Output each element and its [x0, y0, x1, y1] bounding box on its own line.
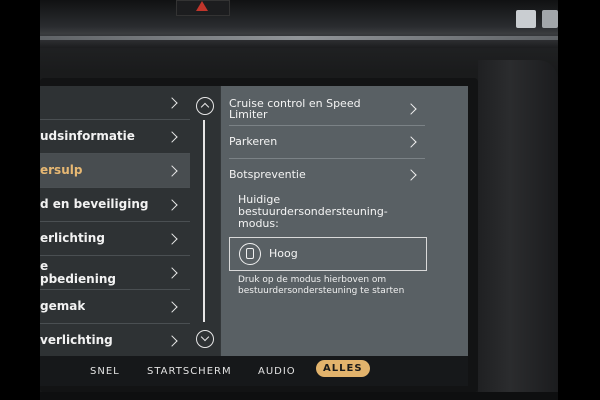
- menu-scrollbar-area: [190, 86, 220, 356]
- tab-audio[interactable]: AUDIO: [258, 366, 296, 377]
- right-border: [558, 0, 600, 400]
- bottom-tab-bar: SNEL STARTSCHERM AUDIO ALLES: [40, 356, 468, 386]
- chevron-right-icon: [166, 96, 178, 109]
- dashboard-trim: [40, 36, 558, 40]
- menu-item-label: verlichting: [40, 334, 113, 347]
- chevron-right-icon: [405, 168, 417, 181]
- chevron-right-icon: [166, 300, 178, 313]
- scroll-up-button[interactable]: [196, 97, 214, 115]
- scroll-down-button[interactable]: [196, 330, 214, 348]
- chevron-right-icon: [405, 102, 417, 115]
- driver-assist-panel: Cruise control en Speed Limiter Parkeren…: [221, 86, 468, 356]
- driver-assist-icon: [239, 243, 261, 265]
- detail-item-label: Cruise control en Speed Limiter: [229, 96, 361, 121]
- mode-heading: Huidige bestuurdersondersteuning-modus:: [238, 193, 388, 230]
- menu-item-label: ersulp: [40, 164, 83, 177]
- menu-item-5[interactable]: e pbediening: [40, 256, 190, 290]
- settings-menu: udsinformatie ersulp d en beveiliging er…: [40, 86, 190, 356]
- infotainment-screen: udsinformatie ersulp d en beveiliging er…: [40, 86, 468, 386]
- mode-value: Hoog: [269, 247, 298, 260]
- chevron-right-icon: [166, 266, 178, 279]
- dash-switch[interactable]: [516, 10, 536, 28]
- chevron-right-icon: [166, 334, 178, 347]
- left-border: [0, 0, 40, 400]
- chevron-right-icon: [405, 135, 417, 148]
- mode-button[interactable]: Hoog: [229, 237, 427, 271]
- mode-description: Druk op de modus hierboven om bestuurder…: [238, 275, 405, 296]
- hazard-icon: [196, 1, 208, 11]
- detail-item-cruise-control[interactable]: Cruise control en Speed Limiter: [229, 92, 425, 126]
- detail-item-label: Botspreventie: [229, 168, 306, 181]
- chevron-right-icon: [166, 130, 178, 143]
- detail-item-parking[interactable]: Parkeren: [229, 125, 425, 159]
- menu-item-4[interactable]: erlichting: [40, 222, 190, 256]
- menu-item-6[interactable]: gemak: [40, 290, 190, 324]
- menu-item-label: e pbediening: [40, 259, 116, 286]
- menu-item-1[interactable]: udsinformatie: [40, 120, 190, 154]
- tab-snel[interactable]: SNEL: [90, 366, 120, 377]
- menu-item-0[interactable]: [40, 86, 190, 120]
- menu-item-2[interactable]: ersulp: [40, 154, 190, 188]
- menu-item-3[interactable]: d en beveiliging: [40, 188, 190, 222]
- chevron-right-icon: [166, 198, 178, 211]
- detail-item-label: Parkeren: [229, 135, 278, 148]
- chevron-right-icon: [166, 232, 178, 245]
- chevron-right-icon: [166, 164, 178, 177]
- tab-startscherm[interactable]: STARTSCHERM: [147, 366, 232, 377]
- dashboard-side-panel: [478, 60, 558, 400]
- scrollbar[interactable]: [203, 120, 205, 322]
- detail-item-collision-prevention[interactable]: Botspreventie: [229, 158, 425, 191]
- dashboard-bottom: [40, 392, 558, 400]
- dash-switch-2[interactable]: [542, 10, 558, 28]
- menu-item-7[interactable]: verlichting: [40, 324, 190, 357]
- menu-item-label: d en beveiliging: [40, 198, 149, 211]
- menu-item-label: erlichting: [40, 232, 105, 245]
- tab-alles[interactable]: ALLES: [316, 360, 370, 377]
- menu-item-label: gemak: [40, 300, 86, 313]
- menu-item-label: udsinformatie: [40, 130, 135, 143]
- dashboard-top: [40, 0, 558, 48]
